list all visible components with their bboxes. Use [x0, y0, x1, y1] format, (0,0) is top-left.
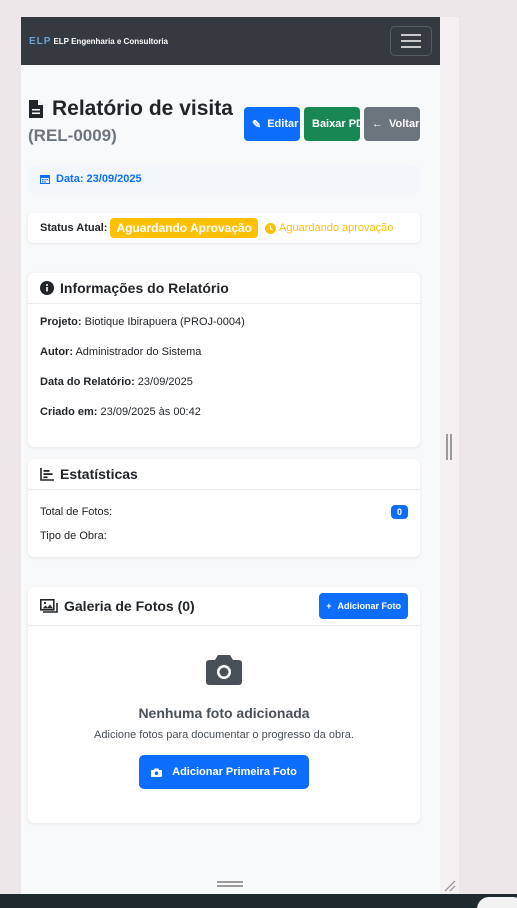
document-icon — [29, 100, 43, 118]
hamburger-icon — [401, 34, 421, 36]
plus-icon: + — [326, 601, 332, 611]
taskbar — [0, 894, 517, 908]
status-note: Aguardando aprovação — [265, 222, 393, 234]
info-card-body: Projeto: Biotique Ibirapuera (PROJ-0004)… — [28, 304, 420, 448]
calendar-icon — [40, 175, 50, 184]
action-buttons: ✎ Editar Baixar PDF ← Voltar — [244, 107, 420, 141]
arrow-left-icon: ← — [372, 118, 383, 130]
stat-total-photos: Total de Fotos: 0 — [40, 500, 408, 524]
status-label: Status Atual: — [40, 222, 108, 234]
images-icon — [40, 599, 58, 613]
info-report-date: Data do Relatório: 23/09/2025 — [40, 376, 193, 388]
download-pdf-button[interactable]: Baixar PDF — [304, 107, 360, 141]
logo-mark: ELP — [29, 35, 52, 47]
page-title: Relatório de visita — [52, 97, 233, 120]
corner-resize-icon[interactable] — [442, 878, 456, 892]
status-bar: Status Atual: Aguardando Aprovação Aguar… — [28, 213, 420, 243]
brand-name: ELP Engenharia e Consultoria — [53, 36, 168, 46]
camera-small-icon — [151, 768, 163, 777]
status-badge: Aguardando Aprovação — [110, 218, 259, 238]
camera-icon — [206, 655, 242, 685]
stat-work-type: Tipo de Obra: — [40, 530, 107, 542]
side-resize-handle[interactable] — [446, 434, 452, 460]
empty-text: Adicione fotos para documentar o progres… — [94, 729, 354, 741]
navbar: ELP ELP Engenharia e Consultoria — [21, 17, 440, 65]
empty-title: Nenhuma foto adicionada — [138, 705, 310, 721]
add-first-photo-button[interactable]: Adicionar Primeira Foto — [139, 755, 309, 789]
gallery-card: Galeria de Fotos (0) + Adicionar Foto Ne… — [28, 587, 420, 823]
photos-count-badge: 0 — [390, 505, 408, 519]
gallery-card-header: Galeria de Fotos (0) + Adicionar Foto — [28, 587, 420, 626]
browser-viewport: ELP ELP Engenharia e Consultoria Relatór… — [21, 17, 440, 895]
info-author: Autor: Administrador do Sistema — [40, 346, 202, 358]
back-button[interactable]: ← Voltar — [364, 107, 420, 141]
gallery-title: Galeria de Fotos (0) — [64, 598, 195, 614]
info-project: Projeto: Biotique Ibirapuera (PROJ-0004) — [40, 316, 245, 328]
bar-chart-icon — [40, 467, 54, 481]
info-icon — [40, 281, 54, 295]
report-date: Data: 23/09/2025 — [28, 165, 420, 193]
add-photo-button[interactable]: + Adicionar Foto — [319, 593, 408, 619]
brand-logo[interactable]: ELP ELP Engenharia e Consultoria — [29, 36, 168, 47]
stats-card: Estatísticas Total de Fotos: 0 Tipo de O… — [28, 459, 420, 557]
info-created: Criado em: 23/09/2025 às 00:42 — [40, 406, 201, 418]
edit-icon: ✎ — [252, 118, 262, 131]
taskbar-button[interactable] — [477, 897, 517, 908]
info-card-header: Informações do Relatório — [28, 273, 420, 304]
clock-icon — [265, 222, 277, 234]
info-card: Informações do Relatório Projeto: Biotiq… — [28, 273, 420, 447]
gallery-empty-state: Nenhuma foto adicionada Adicione fotos p… — [28, 626, 420, 789]
bottom-resize-handle[interactable] — [217, 881, 243, 887]
stats-card-header: Estatísticas — [28, 459, 420, 490]
stats-card-body: Total de Fotos: 0 Tipo de Obra: — [28, 490, 420, 560]
edit-button[interactable]: ✎ Editar — [244, 107, 300, 141]
menu-toggle-button[interactable] — [390, 26, 432, 56]
